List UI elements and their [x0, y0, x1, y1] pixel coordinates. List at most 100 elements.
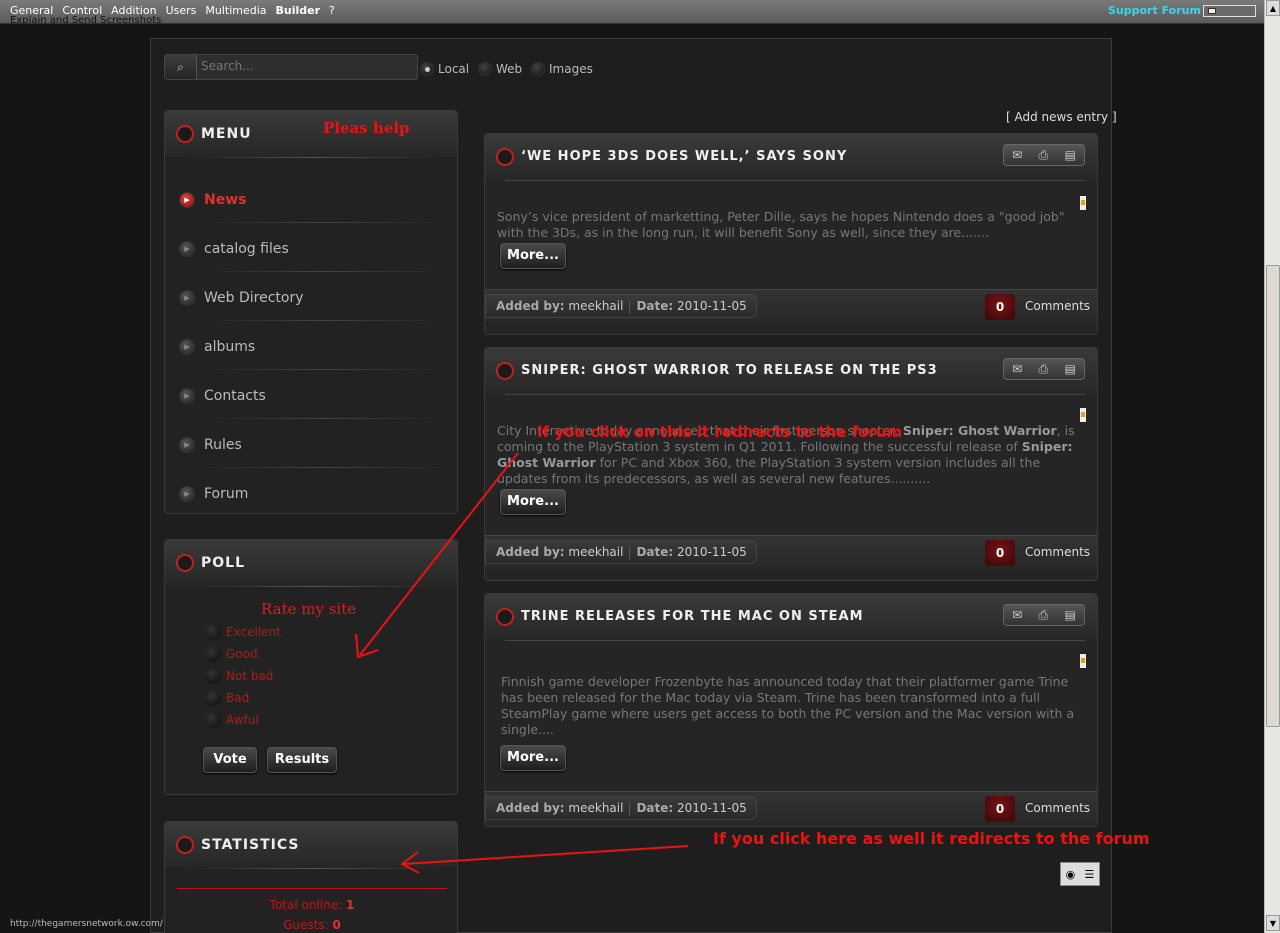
poll-option-not-bad[interactable]: Not bad: [205, 668, 273, 684]
poll-question: Rate my site: [261, 600, 357, 618]
poll-option-good[interactable]: Good: [205, 646, 258, 662]
results-button[interactable]: Results: [267, 747, 337, 773]
menu-help[interactable]: ?: [329, 4, 335, 17]
news-footer: Added by: meekhail Date: 2010-11-05 0 Com…: [485, 289, 1097, 323]
comment-count[interactable]: 0: [985, 540, 1015, 566]
ring-icon: [496, 148, 514, 166]
poll-title: POLL: [201, 555, 246, 571]
guests-label: Guests:: [283, 918, 329, 932]
radio-local[interactable]: Local: [420, 62, 469, 76]
news-title[interactable]: TRINE RELEASES FOR THE MAC ON STEAM: [521, 609, 864, 624]
print-icon[interactable]: ⎙: [1039, 608, 1049, 623]
nav-item-forum[interactable]: ▶ Forum: [179, 478, 445, 526]
poll-box: POLL Rate my site Excellent Good Not bad…: [164, 539, 458, 795]
news-tools: ✉ ⎙ ▤: [1003, 358, 1085, 380]
news-title[interactable]: ‘WE HOPE 3DS DOES WELL,’ SAYS SONY: [521, 149, 847, 164]
author[interactable]: meekhail: [568, 801, 623, 815]
author[interactable]: meekhail: [568, 299, 623, 313]
news-entry: SNIPER: GHOST WARRIOR TO RELEASE ON THE …: [484, 347, 1098, 581]
eye-icon[interactable]: ◉: [1066, 868, 1076, 881]
poll-option-awful[interactable]: Awful: [205, 712, 259, 728]
comment-count[interactable]: 0: [985, 796, 1015, 822]
nav-item-news[interactable]: ▶ News: [179, 184, 449, 232]
news-header: TRINE RELEASES FOR THE MAC ON STEAM ✉ ⎙ ▤: [485, 594, 1097, 640]
menu-builder[interactable]: Builder: [276, 4, 321, 17]
statistics-box-header: STATISTICS: [165, 822, 457, 868]
radio-web[interactable]: Web: [478, 62, 522, 76]
text-bold: Sniper: Ghost Warrior: [902, 423, 1057, 438]
list-icon[interactable]: ☰: [1084, 868, 1094, 881]
menu-title: MENU: [201, 126, 252, 142]
more-button[interactable]: More...: [500, 745, 566, 771]
comments-link[interactable]: Comments: [1025, 299, 1090, 313]
menu-users[interactable]: Users: [166, 4, 197, 17]
radio-icon: [205, 712, 221, 728]
ring-icon: [496, 362, 514, 380]
nav-label: Contacts: [204, 388, 266, 404]
nav-item-albums[interactable]: ▶ albums: [179, 331, 449, 379]
comments-link[interactable]: Comments: [1025, 801, 1090, 815]
radio-images[interactable]: Images: [531, 62, 593, 76]
play-arrow-icon: ▶: [179, 290, 195, 306]
scroll-down-icon[interactable]: ▼: [1266, 915, 1280, 931]
play-arrow-icon: ▶: [179, 192, 195, 208]
online-label: Total online:: [269, 898, 343, 912]
add-news-link[interactable]: [ Add news entry ]: [1006, 110, 1117, 124]
article-icon[interactable]: ▤: [1064, 148, 1075, 162]
email-icon[interactable]: ✉: [1012, 608, 1022, 622]
news-header: ‘WE HOPE 3DS DOES WELL,’ SAYS SONY ✉ ⎙ ▤: [485, 134, 1097, 180]
ring-icon: [176, 836, 194, 854]
divider: [199, 320, 449, 321]
scroll-thumb[interactable]: [1266, 265, 1280, 727]
article-icon[interactable]: ▤: [1064, 608, 1075, 622]
red-divider: [177, 888, 447, 889]
nav-item-web-directory[interactable]: ▶ Web Directory: [179, 282, 449, 330]
poll-option-bad[interactable]: Bad: [205, 690, 249, 706]
divider: [629, 299, 631, 314]
news-title[interactable]: SNIPER: GHOST WARRIOR TO RELEASE ON THE …: [521, 363, 938, 378]
slider-knob[interactable]: [1208, 8, 1216, 14]
nav-item-rules[interactable]: ▶ Rules: [179, 429, 449, 477]
nav-label: catalog files: [204, 241, 289, 257]
poll-box-header: POLL: [165, 540, 457, 586]
radio-dot-icon: [531, 62, 545, 76]
article-icon[interactable]: ▤: [1064, 362, 1075, 376]
news-meta: Added by: meekhail Date: 2010-11-05: [485, 294, 757, 318]
menu-multimedia[interactable]: Multimedia: [205, 4, 266, 17]
news-footer: Added by: meekhail Date: 2010-11-05 0 Com…: [485, 535, 1097, 569]
author[interactable]: meekhail: [568, 545, 623, 559]
search-icon[interactable]: ⌕: [165, 55, 197, 79]
toolbar-subtitle[interactable]: Explain and Send Screenshots: [10, 15, 161, 26]
vote-button[interactable]: Vote: [203, 747, 257, 773]
divider: [185, 868, 441, 869]
nav-item-contacts[interactable]: ▶ Contacts: [179, 380, 449, 428]
scroll-up-icon[interactable]: ▲: [1266, 0, 1280, 16]
nav-label: Web Directory: [204, 290, 304, 306]
comments-link[interactable]: Comments: [1025, 545, 1090, 559]
news-meta: Added by: meekhail Date: 2010-11-05: [485, 540, 757, 564]
admin-toolbar: General Control Addition Users Multimedi…: [0, 0, 1264, 26]
news-entry: TRINE RELEASES FOR THE MAC ON STEAM ✉ ⎙ ▤ …: [484, 593, 1098, 827]
vertical-scrollbar[interactable]: ▲ ▼: [1264, 0, 1280, 933]
support-forum-link[interactable]: Support Forum: [1108, 4, 1201, 17]
date-label: Date:: [636, 545, 674, 559]
email-icon[interactable]: ✉: [1012, 362, 1022, 376]
status-bar-url: http://thegamersnetwork.ow.com/: [10, 919, 163, 929]
date-value: 2010-11-05: [677, 299, 747, 313]
more-button[interactable]: More...: [500, 243, 566, 269]
search-box: ⌕: [164, 54, 418, 80]
nav-item-catalog-files[interactable]: ▶ catalog files: [179, 233, 449, 281]
nav-label: albums: [204, 339, 256, 355]
comment-count[interactable]: 0: [985, 294, 1015, 320]
email-icon[interactable]: ✉: [1012, 148, 1022, 162]
play-arrow-icon: ▶: [179, 486, 195, 502]
poll-option-excellent[interactable]: Excellent: [205, 624, 281, 640]
ring-icon: [176, 554, 194, 572]
toolbar-slider[interactable]: [1203, 5, 1256, 17]
more-button[interactable]: More...: [500, 489, 566, 515]
print-icon[interactable]: ⎙: [1039, 362, 1049, 377]
statistics-title: STATISTICS: [201, 837, 300, 853]
print-icon[interactable]: ⎙: [1039, 148, 1049, 163]
divider: [505, 394, 1085, 395]
search-input[interactable]: [201, 58, 411, 74]
